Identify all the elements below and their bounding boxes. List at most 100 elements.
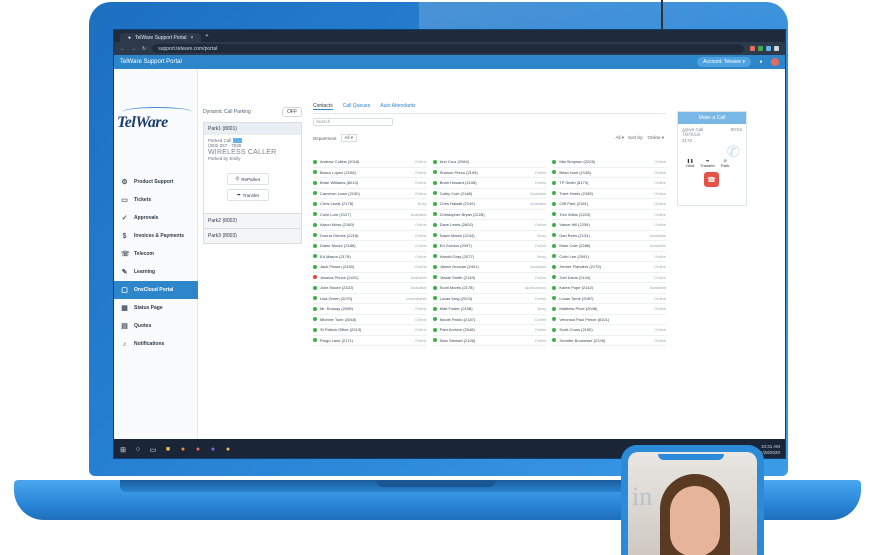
contact-row[interactable]: Colin Lee (2091) Online [552,252,666,262]
contact-row[interactable]: Dan Rees (2134) Available [552,231,666,241]
dynamic-parking-toggle[interactable]: OFF [282,107,302,117]
sidebar-item-tickets[interactable]: ▭ Tickets [114,191,198,209]
contact-row[interactable]: Lucas King (2023) Online [432,294,547,304]
contact-row[interactable]: Brian Howard (2108) Online [432,178,547,189]
contact-row[interactable]: Brian Williams (8013) Online [313,178,427,189]
extension-icon[interactable] [758,46,763,51]
sort-select[interactable]: Online ▾ [647,135,664,141]
contact-row[interactable]: Mr. Rousay (2096) Online [313,304,427,315]
contact-row[interactable]: Ringo Lane (2171) Online [313,336,427,346]
firefox-icon[interactable]: ● [179,446,187,454]
contact-row[interactable]: Shanon Preco (2109) Online [432,168,547,178]
contact-row[interactable]: Veronica Paul Prince (8101) [552,315,666,325]
reload-icon[interactable]: ↻ [142,46,146,52]
contact-row[interactable]: Jessie Smith (2149) Online [432,273,547,283]
tab-contacts[interactable]: Contacts [313,103,333,110]
contact-row[interactable]: Mark Cole (2288) Available [552,241,666,252]
contact-row[interactable]: Jessica Prince (2431) Available [313,273,427,283]
contact-row[interactable]: TP Smith (8174) Online [552,178,666,189]
search-input[interactable]: Search [313,118,393,126]
contact-row[interactable]: Harold Gray (2077) Busy [432,252,547,262]
contact-row[interactable]: St Patrick Office (2013) Online [313,325,427,336]
contact-row[interactable]: Trent Harris (2155) Online [552,189,666,199]
contact-row[interactable]: Cliff Park (2181) Online [552,199,666,210]
sidebar-item-telecom[interactable]: ☏ Telecom [114,245,198,263]
contact-row[interactable]: Chris Lewis (2178) Busy [313,199,427,210]
close-icon[interactable]: × [191,35,194,41]
contact-row[interactable]: Mia Simpson (2025) Online [552,157,666,168]
contact-row[interactable]: Chris Halsall (2149) Available [432,199,547,210]
all-select[interactable]: All ▾ [615,135,624,141]
contact-row[interactable]: Joel Davis (2144) Online [552,273,666,283]
transfer-button[interactable]: ➡ Transfer [227,189,269,201]
contact-row[interactable]: Jennifer Bounesse (2128) Online [552,336,666,346]
contact-row[interactable]: Michele Tone (2048) Online [313,315,427,325]
sidebar-item-approvals[interactable]: ✓ Approvals [114,209,198,227]
contact-row[interactable]: Jenner Flanders (2179) Online [552,262,666,273]
extension-icon[interactable] [766,46,771,51]
contact-row[interactable]: Pam Archive (2048) Online [432,325,547,336]
tab-call-queues[interactable]: Call Queues [343,103,371,110]
task-view-icon[interactable]: ▭ [149,446,157,454]
contact-row[interactable]: Ed Mason (2178) Online [313,252,427,262]
contact-row[interactable]: Jack Pinson (2430) Online [313,262,427,273]
new-tab-icon[interactable]: + [205,33,208,39]
park-slot-3[interactable]: Park3 (8003) [203,229,302,244]
call-transfer-button[interactable]: ➡ Transfer [700,158,715,168]
contact-row[interactable]: Ann Cruz (2084) [432,157,547,168]
bell-icon[interactable]: ● [757,58,765,66]
contact-row[interactable]: Janice Duncan (2401) Available [432,262,547,273]
contact-row[interactable]: Vance Hill (2239) Online [552,220,666,231]
tab-auto-attendants[interactable]: Auto Attendants [380,103,415,110]
sidebar-item-invoices-payments[interactable]: $ Invoices & Payments [114,227,198,245]
app-icon[interactable]: ● [224,446,232,454]
chrome-icon[interactable]: ● [194,446,202,454]
sidebar-item-quotes[interactable]: ▤ Quotes [114,317,198,335]
contact-row[interactable]: Cathy Cole (2148) Available [432,189,547,199]
park-slot-1[interactable]: Park1 (8001) Parked Call (303) 257 - 753… [203,122,302,214]
contact-row[interactable]: Andrew Collins (2018) Online [313,157,427,168]
contact-row[interactable]: Colin Lore (2127) Available [313,210,427,220]
contact-row[interactable]: Scott Cross (2150) Online [552,325,666,336]
sidebar-item-learning[interactable]: ✎ Learning [114,263,198,281]
search-icon[interactable]: ○ [134,446,142,454]
contact-row[interactable]: Dawn Marks (2244) Busy [432,231,547,241]
profile-icon[interactable] [774,46,779,51]
account-dropdown[interactable]: Account: Telware ▾ [697,57,751,67]
sidebar-item-onecloud-portal[interactable]: ▢ OneCloud Portal [114,281,198,299]
taskbar-clock[interactable]: 10:31 AM 1/28/2020 [760,444,780,456]
extension-icon[interactable] [750,46,755,51]
sidebar-item-status-page[interactable]: ▦ Status Page [114,299,198,317]
contact-row[interactable]: Julie Moore (2322) Available [313,283,427,294]
forward-icon[interactable]: → [131,46,136,52]
contact-row[interactable]: Stan Stewart (2106) Online [432,336,547,346]
teams-icon[interactable]: ● [209,446,217,454]
sidebar-item-product-support[interactable]: ⚙ Product Support [114,173,198,191]
contact-row[interactable]: Bosco Lopez (2108) Online [313,168,427,178]
avatar[interactable] [771,58,779,66]
contact-row[interactable]: Lisa Green (2070) Unavailable [313,294,427,304]
contact-row[interactable]: Karen Pope (2142) Available [552,283,666,294]
address-bar[interactable]: support.telware.com/portal [152,44,744,53]
park-slot-2[interactable]: Park2 (8002) [203,214,302,229]
make-call-button[interactable]: Make a Call [678,112,746,124]
hangup-button[interactable]: ☎ [704,172,719,187]
contact-row[interactable]: Dave Lewis (2602) Online [432,220,547,231]
contact-row[interactable]: Diane Moore (2188) Online [313,241,427,252]
contact-row[interactable]: Christopher Bryan (2228) [432,210,547,220]
back-icon[interactable]: ← [120,46,125,52]
department-select[interactable]: All ▾ [340,134,358,142]
contact-row[interactable]: Matthew Price (2048) Online [552,304,666,315]
contact-row[interactable]: Nicole Pardo (2187) Online [432,315,547,325]
windows-start-icon[interactable]: ⊞ [119,446,127,454]
contact-row[interactable]: Tom Wilds (2223) Online [552,210,666,220]
browser-tab[interactable]: ● TelWare Support Portal × [120,33,202,42]
reparker-button[interactable]: ✆ ReParker [227,173,269,185]
contact-row[interactable]: Brian Hunt (2138) Online [552,168,666,178]
file-explorer-icon[interactable]: ■ [164,446,172,454]
contact-row[interactable]: Aaron Moss (2160) Online [313,220,427,231]
contact-row[interactable]: Donna Grimes (2218) Online [313,231,427,241]
contact-row[interactable]: Cameron Lowe (2150) Online [313,189,427,199]
sidebar-item-notifications[interactable]: ♪ Notifications [114,335,198,353]
park-button[interactable]: ⊘ Park [721,158,729,168]
